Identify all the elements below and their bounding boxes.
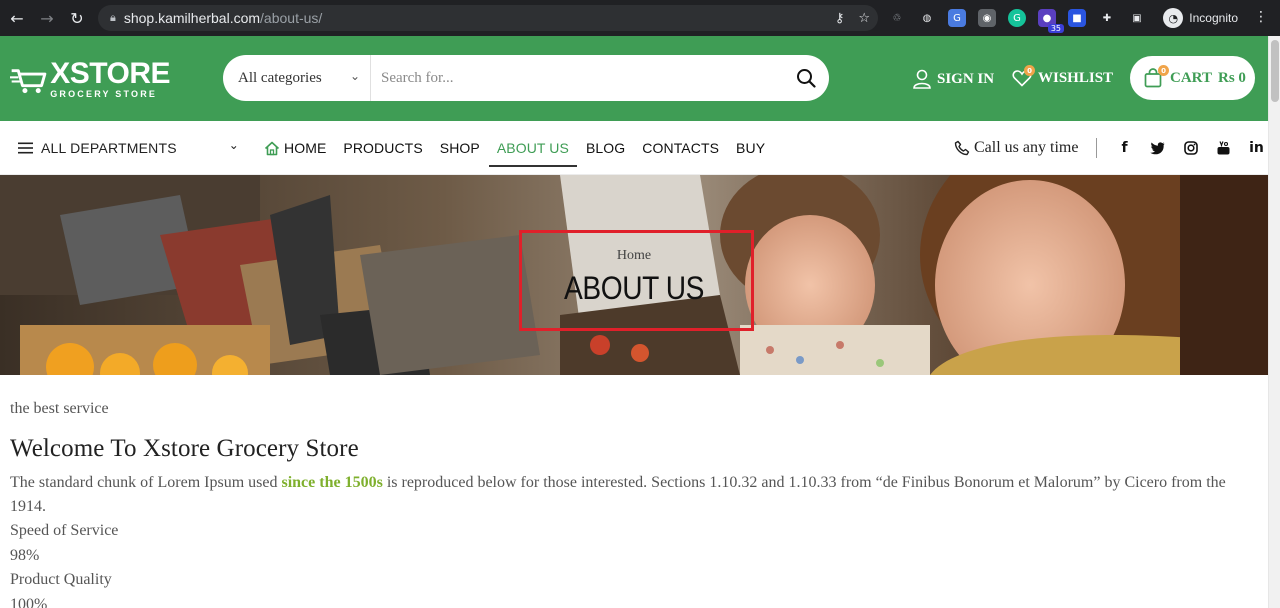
stat-label: Speed of Service <box>10 522 119 539</box>
translate-extension-icon[interactable]: G <box>948 9 966 27</box>
video-extension-icon[interactable]: ■ <box>1068 9 1086 27</box>
hamburger-icon <box>18 142 33 154</box>
nav-item-about-us[interactable]: ABOUT US <box>488 121 578 175</box>
intro-text-start: The standard chunk of Lorem Ipsum used <box>10 474 282 491</box>
wishlist-link[interactable]: 0 WISHLIST <box>1012 65 1114 87</box>
section-heading: Welcome To Xstore Grocery Store <box>10 435 359 462</box>
sidepanel-icon[interactable]: ▣ <box>1128 9 1146 27</box>
intro-paragraph: The standard chunk of Lorem Ipsum used s… <box>10 471 1260 519</box>
incognito-label: Incognito <box>1189 11 1238 25</box>
browser-toolbar: ← → ↻ 🔒︎ shop.kamilherbal.com /about-us/… <box>0 0 1280 36</box>
main-navigation: ALL DEPARTMENTS ⌄ HOME PRODUCTS SHOP ABO… <box>0 121 1268 175</box>
grammarly-extension-icon[interactable]: G <box>1008 9 1026 27</box>
search-icon <box>797 69 816 88</box>
user-icon <box>913 69 931 89</box>
linkedin-icon[interactable]: in <box>1240 121 1273 175</box>
page-title: ABOUT US <box>564 270 704 306</box>
nav-item-products[interactable]: PRODUCTS <box>343 121 422 175</box>
wishlist-label: WISHLIST <box>1038 69 1114 86</box>
camera-extension-icon[interactable]: ◉ <box>978 9 996 27</box>
all-departments-menu[interactable]: ALL DEPARTMENTS ⌄ <box>18 121 243 175</box>
breadcrumb-home[interactable]: Home <box>0 248 1268 264</box>
cart-total: Rs 0 <box>1217 69 1246 86</box>
nav-item-buy[interactable]: BUY <box>736 121 765 175</box>
category-select-value: All categories <box>238 69 322 86</box>
youtube-icon[interactable] <box>1207 121 1240 175</box>
logo-subtext: GROCERY STORE <box>50 88 158 99</box>
hero-banner: Home ABOUT US <box>0 175 1268 375</box>
star-icon[interactable]: ☆ <box>858 11 870 26</box>
stat-value: 100% <box>10 595 48 608</box>
menu-icon[interactable]: ⋮ <box>1254 9 1268 25</box>
nav-item-home-label: HOME <box>284 140 327 156</box>
url-host: shop.kamilherbal.com <box>123 10 261 26</box>
cart-logo-icon <box>10 69 47 94</box>
logo-text: XSTORE <box>50 56 170 90</box>
cart-button[interactable]: 0 CART Rs 0 <box>1130 56 1255 100</box>
forward-icon[interactable]: → <box>32 0 62 36</box>
nav-item-home[interactable]: HOME <box>264 121 326 175</box>
nav-item-contacts[interactable]: CONTACTS <box>642 121 719 175</box>
extension-badge: 35 <box>1047 24 1064 33</box>
back-icon[interactable]: ← <box>2 0 32 36</box>
wishlist-count-badge: 0 <box>1024 65 1035 76</box>
search-button[interactable] <box>783 55 829 101</box>
twitter-icon[interactable] <box>1141 121 1174 175</box>
sign-in-label: SIGN IN <box>937 70 995 87</box>
all-departments-label: ALL DEPARTMENTS <box>41 140 177 156</box>
url-path: /about-us/ <box>260 10 323 26</box>
incognito-indicator[interactable]: ◔ Incognito <box>1163 7 1238 29</box>
call-us-label: Call us any time <box>974 139 1079 156</box>
nav-item-shop[interactable]: SHOP <box>440 121 480 175</box>
section-subtitle: the best service <box>10 400 109 417</box>
nav-item-buy-label: BUY <box>736 140 766 156</box>
nav-item-products-label: PRODUCTS <box>343 140 423 156</box>
cart-count-badge: 0 <box>1158 65 1169 76</box>
instagram-icon[interactable] <box>1174 121 1207 175</box>
home-icon <box>264 141 280 155</box>
stat-value: 98% <box>10 546 40 564</box>
social-links: f in <box>1108 121 1273 175</box>
incognito-icon: ◔ <box>1163 8 1184 28</box>
chevron-down-icon: ⌄ <box>228 138 239 152</box>
cart-label: CART <box>1170 69 1212 86</box>
chevron-down-icon: ⌄ <box>349 69 360 83</box>
phone-icon <box>954 140 970 156</box>
puzzle-icon[interactable]: ✚ <box>1098 9 1116 27</box>
globe-extension-icon[interactable]: ◍ <box>918 9 936 27</box>
counter-extension-icon[interactable]: ● 35 <box>1038 9 1064 33</box>
nav-divider <box>1096 138 1097 158</box>
nav-menu: HOME PRODUCTS SHOP ABOUT US BLOG CONTACT… <box>264 121 782 175</box>
category-select[interactable]: All categories ⌄ <box>223 55 371 101</box>
scrollbar-thumb[interactable] <box>1271 40 1279 102</box>
lock-icon: 🔒︎ <box>110 11 116 24</box>
call-us-link[interactable]: Call us any time <box>954 121 1078 175</box>
nav-item-shop-label: SHOP <box>439 140 480 156</box>
site-logo[interactable]: XSTORE GROCERY STORE <box>10 58 170 100</box>
nav-item-blog-label: BLOG <box>585 140 626 156</box>
extensions-bar: ♲ ◍ G ◉ G ● 35 ■ ✚ ▣ <box>888 0 1146 36</box>
intro-highlight: since the 1500s <box>281 474 383 491</box>
key-icon[interactable]: ⚷ <box>835 11 845 26</box>
reload-icon[interactable]: ↻ <box>62 0 92 36</box>
sign-in-link[interactable]: SIGN IN <box>913 69 994 89</box>
search-bar: All categories ⌄ <box>223 55 829 101</box>
facebook-icon[interactable]: f <box>1108 121 1141 175</box>
recycle-extension-icon[interactable]: ♲ <box>888 9 906 27</box>
nav-item-blog[interactable]: BLOG <box>586 121 625 175</box>
nav-item-contacts-label: CONTACTS <box>642 140 720 156</box>
nav-item-about-us-label: ABOUT US <box>496 140 569 156</box>
site-header: XSTORE GROCERY STORE All categories ⌄ SI… <box>0 36 1268 121</box>
search-input[interactable] <box>371 55 783 101</box>
about-content: the best service Welcome To Xstore Groce… <box>10 400 1260 608</box>
stat-label: Product Quality <box>10 571 112 588</box>
address-bar[interactable]: 🔒︎ shop.kamilherbal.com /about-us/ ⚷ ☆ <box>98 5 878 31</box>
